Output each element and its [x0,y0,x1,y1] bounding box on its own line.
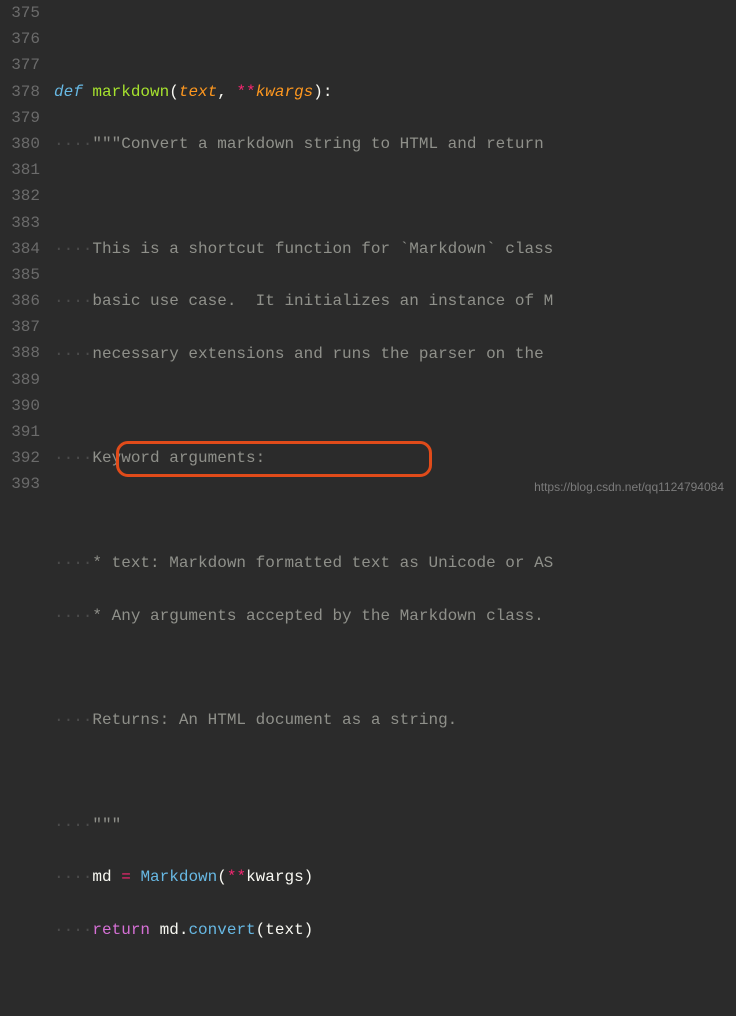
line-number: 382 [8,183,40,209]
watermark-text: https://blog.csdn.net/qq1124794084 [534,474,724,500]
code-line: ····basic use case. It initializes an in… [54,288,736,314]
line-number: 376 [8,26,40,52]
line-number: 389 [8,367,40,393]
line-number-gutter: 375 376 377 378 379 380 381 382 383 384 … [0,0,54,508]
line-number: 388 [8,340,40,366]
code-line [54,969,736,995]
code-line: ····* Any arguments accepted by the Mark… [54,603,736,629]
line-number: 392 [8,445,40,471]
code-line: ····necessary extensions and runs the pa… [54,341,736,367]
code-editor[interactable]: 375 376 377 378 379 380 381 382 383 384 … [0,0,736,508]
line-number: 380 [8,131,40,157]
line-number: 385 [8,262,40,288]
code-line [54,498,736,524]
line-number: 379 [8,105,40,131]
code-area[interactable]: def markdown(text, **kwargs): ····"""Con… [54,0,736,508]
line-number: 390 [8,393,40,419]
line-number: 375 [8,0,40,26]
code-line: ····* text: Markdown formatted text as U… [54,550,736,576]
code-line [54,393,736,419]
line-number: 377 [8,52,40,78]
code-line: ····""" [54,812,736,838]
line-number: 393 [8,471,40,497]
line-number: 381 [8,157,40,183]
line-number: 391 [8,419,40,445]
line-number: 387 [8,314,40,340]
code-line: ····return md.convert(text) [54,917,736,943]
code-line: ····This is a shortcut function for `Mar… [54,236,736,262]
code-line [54,26,736,52]
code-line: def markdown(text, **kwargs): [54,79,736,105]
line-number: 383 [8,210,40,236]
code-line: ····"""Convert a markdown string to HTML… [54,131,736,157]
code-line [54,183,736,209]
code-line [54,760,736,786]
code-line: ····Keyword arguments: [54,445,736,471]
line-number: 378 [8,79,40,105]
code-line: ····md = Markdown(**kwargs) [54,864,736,890]
code-line [54,655,736,681]
line-number: 384 [8,236,40,262]
code-line: ····Returns: An HTML document as a strin… [54,707,736,733]
line-number: 386 [8,288,40,314]
